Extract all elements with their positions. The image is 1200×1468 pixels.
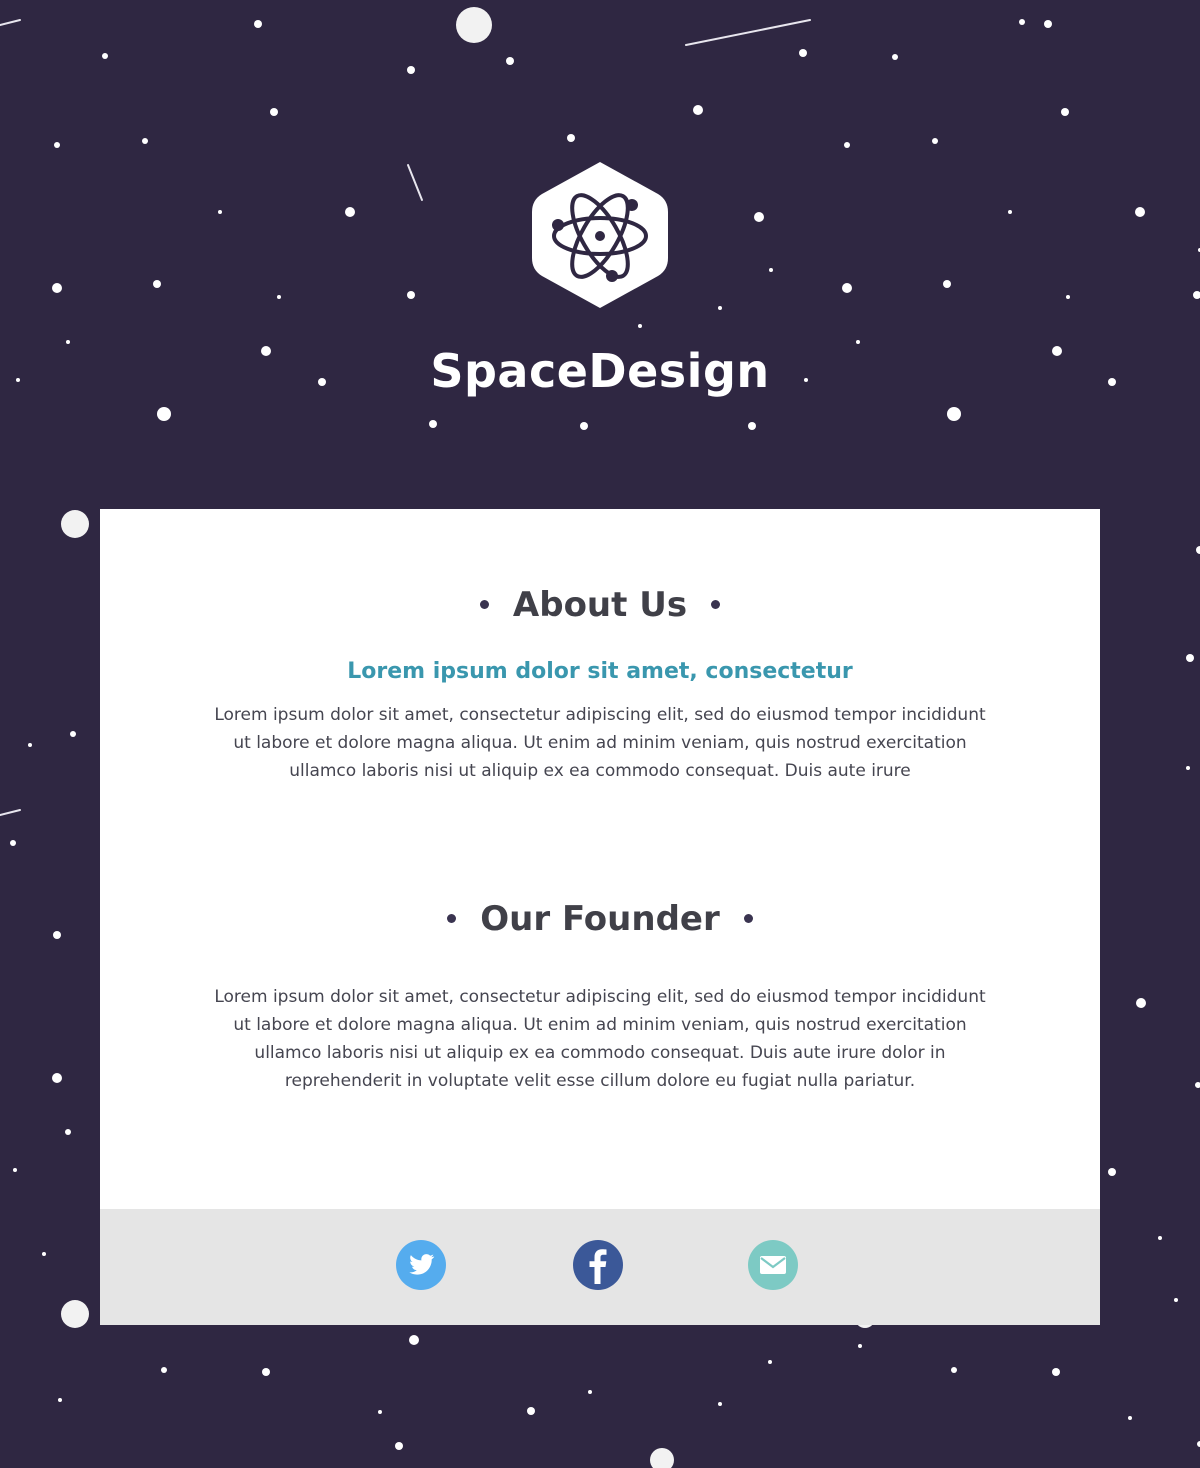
bullet-dot xyxy=(711,600,721,609)
planet xyxy=(61,1300,89,1328)
founder-heading-text: Our Founder xyxy=(480,899,720,939)
star xyxy=(70,731,76,737)
founder-paragraph: Lorem ipsum dolor sit amet, consectetur … xyxy=(214,987,986,1091)
star xyxy=(407,291,415,299)
social-footer xyxy=(100,1209,1100,1325)
star xyxy=(693,105,703,115)
star xyxy=(844,142,850,148)
star xyxy=(409,1335,419,1345)
star xyxy=(947,407,961,421)
shooting-star xyxy=(685,19,811,46)
star xyxy=(932,138,938,144)
star xyxy=(842,283,852,293)
star xyxy=(102,53,108,59)
star xyxy=(262,1368,270,1376)
star xyxy=(1136,998,1146,1008)
star xyxy=(218,210,222,214)
atom-icon xyxy=(532,162,668,308)
star xyxy=(254,20,262,28)
email-link[interactable] xyxy=(748,1240,798,1290)
star xyxy=(407,66,415,74)
about-subtitle: Lorem ipsum dolor sit amet, consectetur xyxy=(347,659,853,684)
shooting-star xyxy=(0,809,21,816)
star xyxy=(718,306,722,310)
planet xyxy=(61,510,89,538)
star xyxy=(153,280,161,288)
star xyxy=(1066,295,1070,299)
star xyxy=(748,422,756,430)
star xyxy=(858,1344,862,1348)
content-card: About Us Lorem ipsum dolor sit amet, con… xyxy=(100,509,1100,1209)
about-heading-text: About Us xyxy=(512,585,688,625)
star xyxy=(378,1410,382,1414)
star xyxy=(769,268,773,272)
star xyxy=(718,1402,722,1406)
logo xyxy=(528,158,672,312)
star xyxy=(1108,1168,1116,1176)
shooting-star xyxy=(407,164,423,201)
star xyxy=(1193,291,1200,299)
email-icon xyxy=(760,1256,786,1274)
star xyxy=(1044,20,1052,28)
star xyxy=(1128,1416,1132,1420)
planet xyxy=(456,7,492,43)
star xyxy=(13,1168,17,1172)
star xyxy=(1135,207,1145,217)
star xyxy=(429,420,437,428)
star xyxy=(65,1129,71,1135)
star xyxy=(10,840,16,846)
star xyxy=(161,1367,167,1373)
star xyxy=(1186,654,1194,662)
star xyxy=(42,1252,46,1256)
star xyxy=(1052,1368,1060,1376)
star xyxy=(1061,108,1069,116)
star xyxy=(567,134,575,142)
star xyxy=(157,407,171,421)
star xyxy=(892,54,898,60)
star xyxy=(52,1073,62,1083)
star xyxy=(28,743,32,747)
star xyxy=(588,1390,592,1394)
star xyxy=(1008,210,1012,214)
star xyxy=(638,324,642,328)
star xyxy=(799,49,807,57)
star xyxy=(53,931,61,939)
bullet-dot xyxy=(447,914,457,923)
star xyxy=(768,1360,772,1364)
star xyxy=(506,57,514,65)
star xyxy=(58,1398,62,1402)
about-heading: About Us xyxy=(100,585,1100,625)
bullet-dot xyxy=(479,600,489,609)
star xyxy=(943,280,951,288)
planet xyxy=(650,1448,674,1468)
brand-name: SpaceDesign xyxy=(430,344,770,398)
star xyxy=(1196,546,1200,554)
star xyxy=(277,295,281,299)
star xyxy=(345,207,355,217)
twitter-link[interactable] xyxy=(396,1240,446,1290)
star xyxy=(1158,1236,1162,1240)
star xyxy=(52,283,62,293)
star xyxy=(754,212,764,222)
star xyxy=(1019,19,1025,25)
star xyxy=(1174,1298,1178,1302)
bullet-dot xyxy=(743,914,753,923)
about-paragraph: Lorem ipsum dolor sit amet, consectetur … xyxy=(214,705,986,781)
star xyxy=(527,1407,535,1415)
star xyxy=(580,422,588,430)
star xyxy=(1195,1082,1200,1088)
star xyxy=(270,108,278,116)
star xyxy=(395,1442,403,1450)
star xyxy=(54,142,60,148)
twitter-icon xyxy=(409,1254,435,1275)
facebook-link[interactable] xyxy=(573,1240,623,1290)
star xyxy=(142,138,148,144)
star xyxy=(1186,766,1190,770)
star xyxy=(951,1367,957,1373)
facebook-icon xyxy=(589,1249,607,1284)
founder-heading: Our Founder xyxy=(100,899,1100,939)
shooting-star xyxy=(0,19,21,26)
